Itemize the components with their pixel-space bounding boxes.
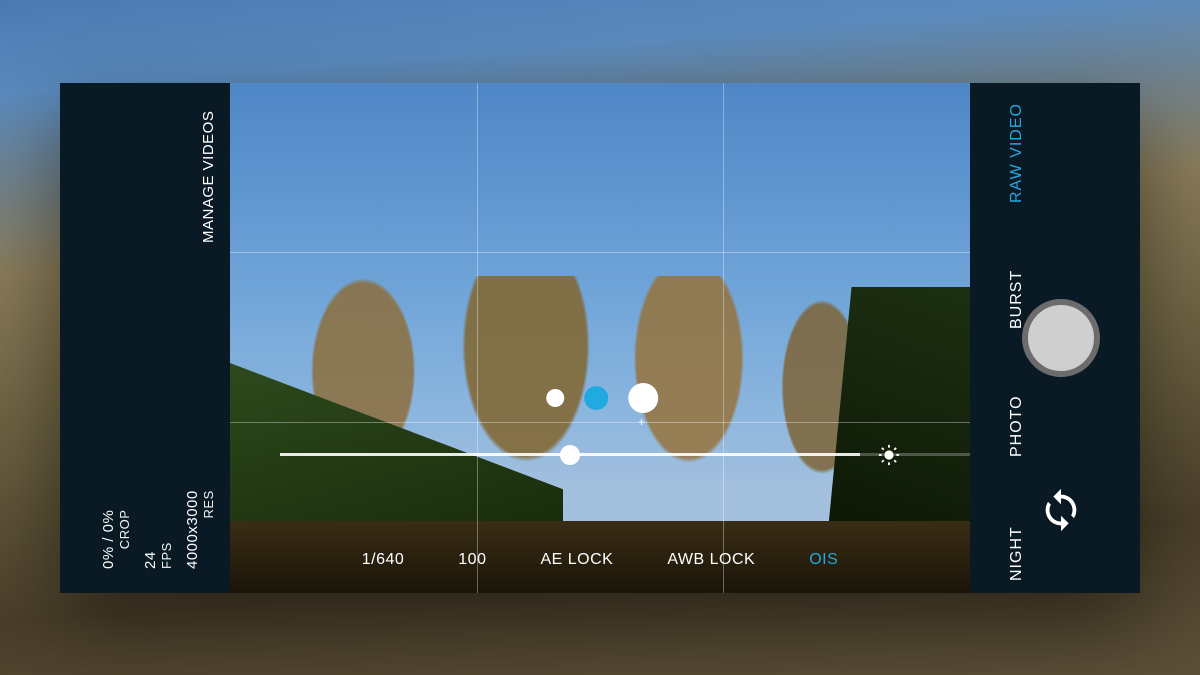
lens-add-icon: + [638, 415, 645, 429]
lens-tele-button[interactable] [628, 383, 658, 413]
lens-main-button[interactable] [584, 386, 608, 410]
resolution-label: RES [201, 490, 216, 569]
manage-videos-button[interactable]: MANAGE VIDEOS [200, 110, 217, 242]
camera-app: 0% / 0% CROP 24 FPS 4000x3000 RES MANAGE… [60, 83, 1140, 593]
awb-lock-button[interactable]: AWB LOCK [667, 551, 755, 569]
shutter-speed-button[interactable]: 1/640 [362, 551, 405, 569]
fps-indicator[interactable]: 24 FPS [142, 542, 174, 569]
ois-button[interactable]: OIS [809, 551, 838, 569]
lens-selector [546, 383, 658, 413]
mode-night[interactable]: NIGHT [1008, 526, 1026, 581]
ae-lock-button[interactable]: AE LOCK [540, 551, 613, 569]
manual-controls-toolbar: 1/640 100 AE LOCK AWB LOCK OIS [230, 551, 970, 569]
lens-wide-button[interactable] [546, 389, 564, 407]
exposure-track[interactable] [280, 453, 860, 456]
viewfinder[interactable]: + 1/640 100 AE LOCK AWB LOCK OIS [230, 83, 970, 593]
left-rail: 0% / 0% CROP 24 FPS 4000x3000 RES MANAGE… [60, 83, 230, 593]
fps-value: 24 [142, 542, 159, 569]
crop-value: 0% / 0% [100, 509, 117, 568]
mode-raw-video[interactable]: RAW VIDEO [1008, 103, 1026, 203]
exposure-slider[interactable] [280, 441, 900, 469]
iso-button[interactable]: 100 [458, 551, 486, 569]
resolution-indicator[interactable]: 4000x3000 RES [184, 490, 216, 569]
right-rail: NIGHT PHOTO BURST RAW VIDEO [970, 83, 1140, 593]
mode-photo[interactable]: PHOTO [1008, 395, 1026, 457]
mode-burst[interactable]: BURST [1008, 269, 1026, 328]
resolution-value: 4000x3000 [184, 490, 201, 569]
switch-camera-button[interactable] [1038, 487, 1084, 533]
manage-videos-label: MANAGE VIDEOS [200, 110, 217, 242]
fps-label: FPS [159, 542, 174, 569]
crop-label: CROP [117, 509, 132, 568]
crop-indicator[interactable]: 0% / 0% CROP [100, 509, 132, 568]
shutter-button[interactable] [1022, 299, 1100, 377]
exposure-thumb[interactable] [560, 445, 580, 465]
viewfinder-scene [230, 83, 970, 593]
